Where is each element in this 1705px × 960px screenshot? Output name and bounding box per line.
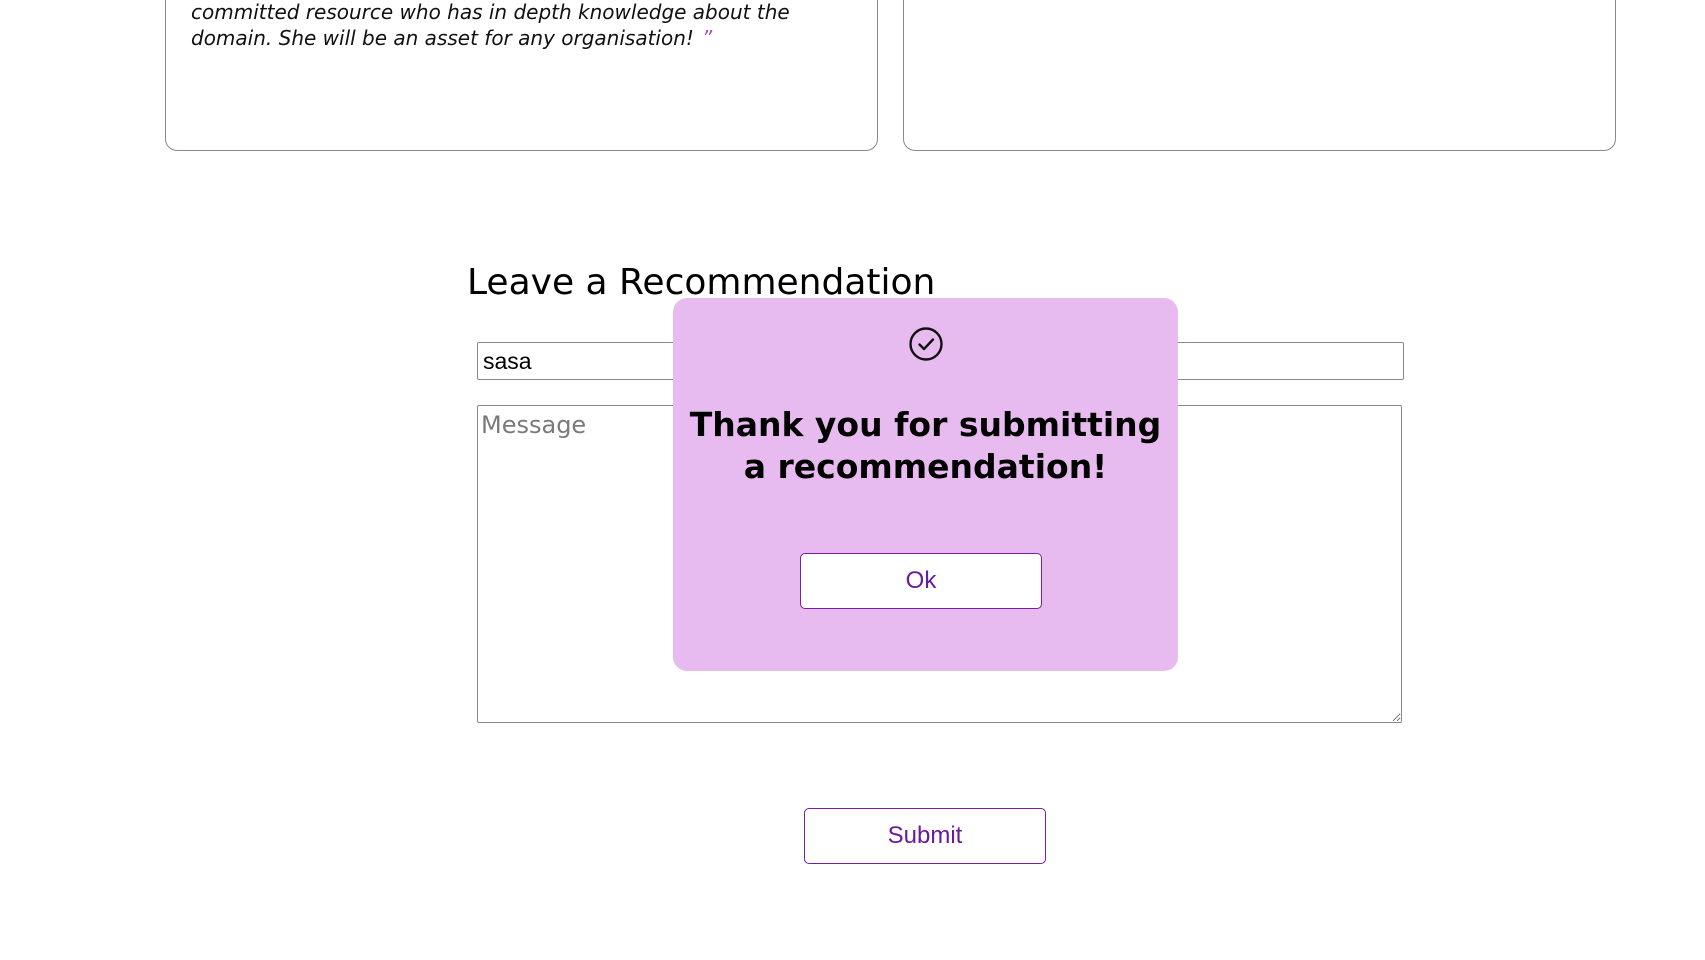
ok-button[interactable]: Ok [800,553,1042,609]
success-modal: Thank you for submitting a recommendatio… [673,298,1178,671]
testimonial-text-body: committed resource who has in depth know… [191,0,790,50]
testimonial-card: committed resource who has in depth know… [165,0,878,151]
testimonial-card-empty [903,0,1616,151]
testimonial-text: committed resource who has in depth know… [166,0,877,51]
check-circle-icon [909,327,943,361]
modal-message: Thank you for submitting a recommendatio… [689,405,1162,486]
close-quote-mark: ” [701,26,713,50]
submit-button[interactable]: Submit [804,808,1046,864]
